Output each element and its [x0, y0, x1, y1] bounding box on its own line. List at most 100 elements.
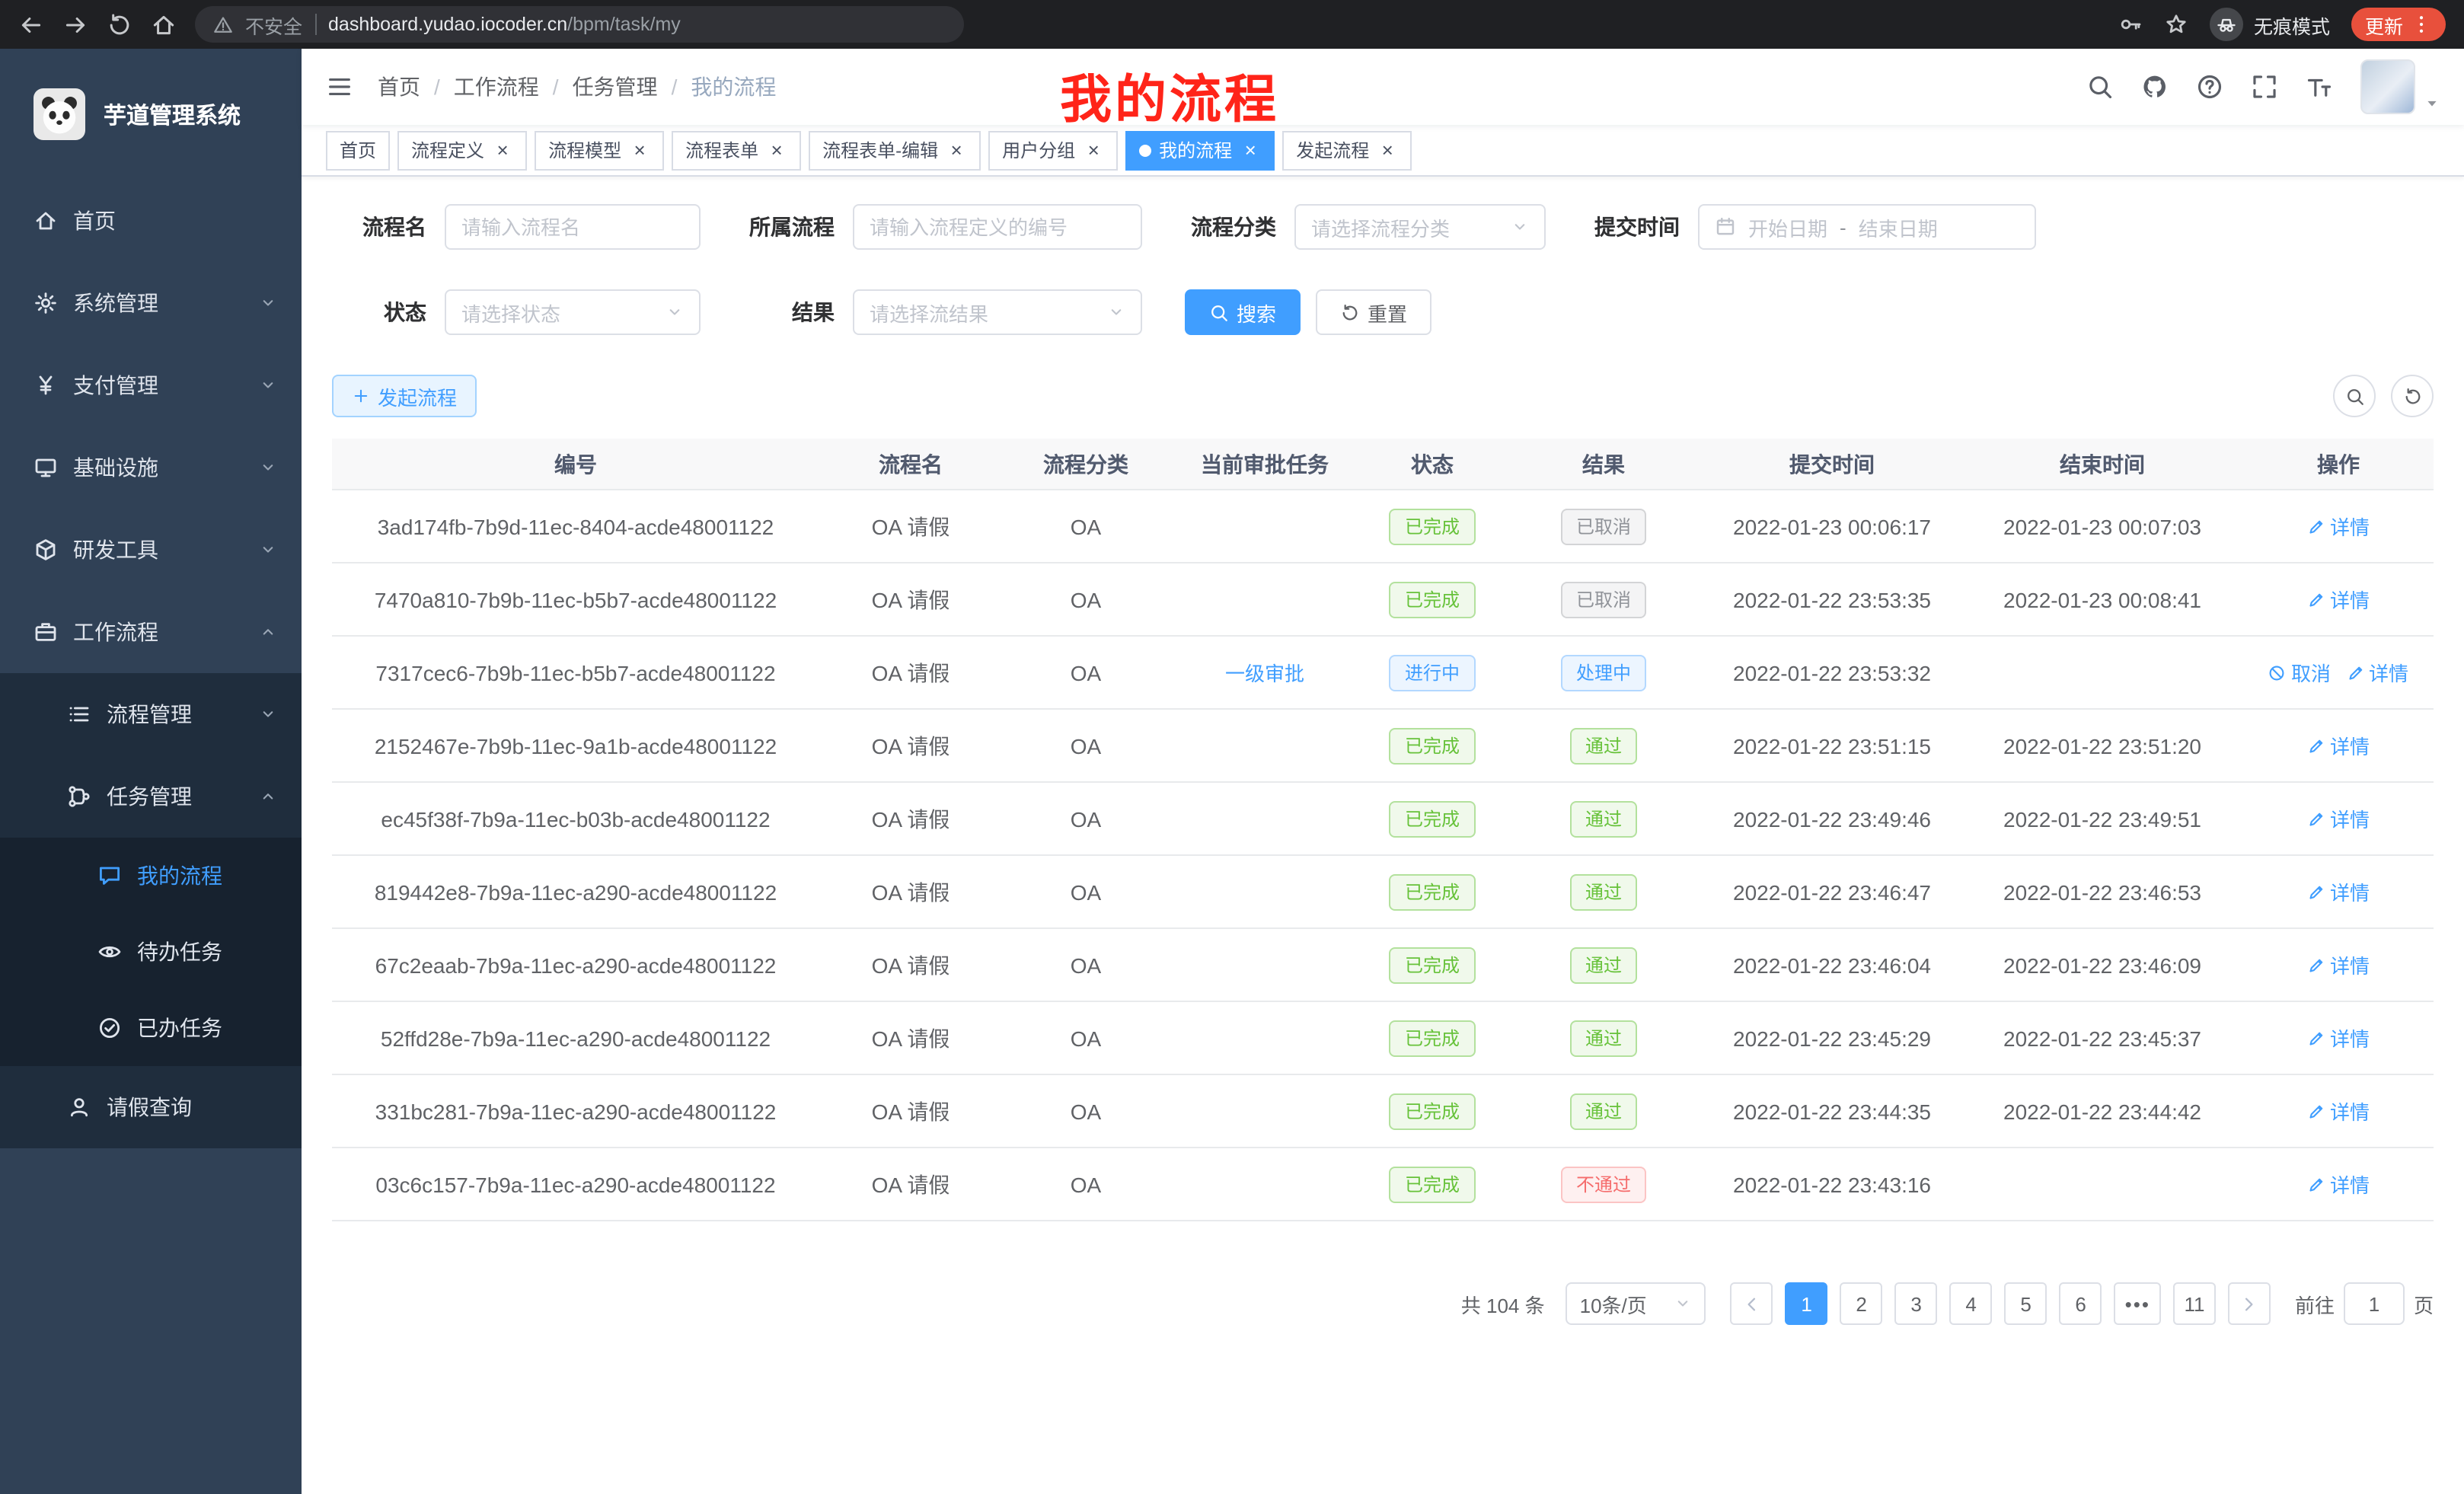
page-button-6[interactable]: 6	[2060, 1282, 2102, 1325]
result-cell: 处理中	[1505, 654, 1703, 691]
check-circle-icon	[97, 1016, 122, 1040]
result-tag: 通过	[1570, 873, 1637, 910]
close-icon[interactable]: ×	[1377, 139, 1398, 161]
address-bar[interactable]: 不安全 dashboard.yudao.iocoder.cn/bpm/task/…	[195, 6, 964, 43]
close-icon[interactable]: ×	[492, 139, 513, 161]
more-pages-button[interactable]: •••	[2115, 1282, 2161, 1325]
cancel-link[interactable]: 取消	[2268, 658, 2331, 687]
close-icon[interactable]: ×	[766, 139, 787, 161]
process-name-input[interactable]	[445, 204, 701, 250]
page-button-1[interactable]: 1	[1786, 1282, 1828, 1325]
close-icon[interactable]: ×	[946, 139, 967, 161]
tag-label: 流程表单-编辑	[822, 137, 938, 163]
sidebar-item-todo-tasks[interactable]: 待办任务	[0, 914, 302, 990]
detail-link[interactable]: 详情	[2307, 877, 2370, 906]
github-icon[interactable]	[2141, 73, 2169, 101]
refresh-table-button[interactable]	[2391, 375, 2434, 417]
detail-link[interactable]: 详情	[2307, 804, 2370, 833]
security-warning-label[interactable]: 不安全	[245, 10, 302, 39]
hamburger-icon[interactable]	[326, 73, 353, 101]
close-icon[interactable]: ×	[629, 139, 650, 161]
back-icon[interactable]	[18, 11, 44, 37]
table-body: 3ad174fb-7b9d-11ec-8404-acde48001122OA 请…	[332, 490, 2434, 1221]
parent-process-input[interactable]	[853, 204, 1142, 250]
detail-link[interactable]: 详情	[2307, 950, 2370, 979]
detail-link[interactable]: 详情	[2346, 658, 2408, 687]
detail-link[interactable]: 详情	[2307, 512, 2370, 541]
sidebar-item-infra[interactable]: 基础设施	[0, 426, 302, 509]
chevron-down-icon	[1511, 218, 1529, 236]
browser-home-icon[interactable]	[151, 11, 177, 37]
tags-view-item[interactable]: 我的流程 ×	[1125, 130, 1275, 170]
tag-label: 我的流程	[1159, 137, 1232, 163]
sidebar-item-system[interactable]: 系统管理	[0, 262, 302, 344]
reload-icon[interactable]	[107, 11, 132, 37]
bookmark-star-icon[interactable]	[2164, 12, 2188, 37]
search-button[interactable]: 搜索	[1185, 289, 1301, 335]
sidebar-item-payment[interactable]: 支付管理	[0, 344, 302, 426]
forward-icon[interactable]	[62, 11, 88, 37]
page-button-11[interactable]: 11	[2173, 1282, 2216, 1325]
close-icon[interactable]: ×	[1083, 139, 1104, 161]
page-size-select[interactable]: 10条/页	[1566, 1282, 1706, 1325]
status-select[interactable]: 请选择状态	[445, 289, 701, 335]
calendar-icon	[1715, 216, 1736, 238]
prev-page-button[interactable]	[1731, 1282, 1773, 1325]
close-icon[interactable]: ×	[1240, 139, 1261, 161]
sidebar-item-workflow[interactable]: 工作流程	[0, 591, 302, 673]
tags-view-item[interactable]: 流程定义×	[397, 130, 527, 170]
action-label: 详情	[2330, 804, 2370, 833]
tags-view-item[interactable]: 流程表单×	[672, 130, 801, 170]
toggle-search-button[interactable]	[2333, 375, 2376, 417]
chevron-down-icon	[259, 705, 277, 723]
page-button-2[interactable]: 2	[1840, 1282, 1883, 1325]
create-process-button[interactable]: 发起流程	[332, 375, 477, 417]
total-count: 共 104 条	[1461, 1289, 1545, 1318]
detail-link[interactable]: 详情	[2307, 1170, 2370, 1199]
tags-view-item[interactable]: 流程模型×	[535, 130, 664, 170]
update-button[interactable]: 更新	[2351, 8, 2446, 41]
monitor-icon	[34, 455, 58, 480]
avatar[interactable]	[2360, 59, 2415, 114]
fullscreen-icon[interactable]	[2251, 73, 2278, 101]
sidebar-item-devtools[interactable]: 研发工具	[0, 509, 302, 591]
process-name-label: 流程名	[332, 212, 445, 242]
detail-link[interactable]: 详情	[2307, 731, 2370, 760]
search-icon[interactable]	[2086, 73, 2114, 101]
breadcrumb-item[interactable]: 工作流程	[454, 72, 539, 102]
sidebar-item-leave-query[interactable]: 请假查询	[0, 1066, 302, 1148]
status-tag: 已完成	[1390, 508, 1475, 544]
reset-button-label: 重置	[1368, 298, 1407, 327]
sidebar-item-my-process[interactable]: 我的流程	[0, 838, 302, 914]
tags-view-item[interactable]: 首页	[326, 130, 390, 170]
sidebar-item-process-mgmt[interactable]: 流程管理	[0, 673, 302, 755]
pagination: 共 104 条10条/页123456•••11前往页	[332, 1282, 2434, 1371]
submit-time-range-picker[interactable]: 开始日期 - 结束日期	[1698, 204, 2036, 250]
detail-link[interactable]: 详情	[2307, 585, 2370, 614]
sidebar-item-done-tasks[interactable]: 已办任务	[0, 990, 302, 1066]
detail-link[interactable]: 详情	[2307, 1023, 2370, 1052]
goto-page-input[interactable]	[2344, 1282, 2405, 1325]
result-select[interactable]: 请选择流结果	[853, 289, 1142, 335]
page-button-3[interactable]: 3	[1895, 1282, 1938, 1325]
question-icon[interactable]	[2196, 73, 2223, 101]
current-task-link[interactable]: 一级审批	[1225, 658, 1304, 687]
page-button-4[interactable]: 4	[1950, 1282, 1993, 1325]
breadcrumb-item[interactable]: 任务管理	[573, 72, 658, 102]
category-select[interactable]: 请选择流程分类	[1294, 204, 1546, 250]
sidebar-item-home[interactable]: 首页	[0, 180, 302, 262]
user-menu[interactable]	[2360, 59, 2440, 114]
tags-view-item[interactable]: 用户分组×	[988, 130, 1118, 170]
sidebar-item-task-mgmt[interactable]: 任务管理	[0, 755, 302, 838]
page-button-5[interactable]: 5	[2005, 1282, 2047, 1325]
tags-view-item[interactable]: 流程表单-编辑 ×	[809, 130, 981, 170]
next-page-button[interactable]	[2228, 1282, 2271, 1325]
result-tag: 处理中	[1561, 654, 1646, 691]
breadcrumb-item[interactable]: 首页	[378, 72, 420, 102]
tags-view-item[interactable]: 发起流程×	[1282, 130, 1412, 170]
detail-link[interactable]: 详情	[2307, 1097, 2370, 1125]
password-key-icon[interactable]	[2118, 12, 2143, 37]
font-size-icon[interactable]	[2306, 73, 2333, 101]
browser-menu-icon[interactable]	[2411, 14, 2432, 35]
reset-button[interactable]: 重置	[1316, 289, 1431, 335]
